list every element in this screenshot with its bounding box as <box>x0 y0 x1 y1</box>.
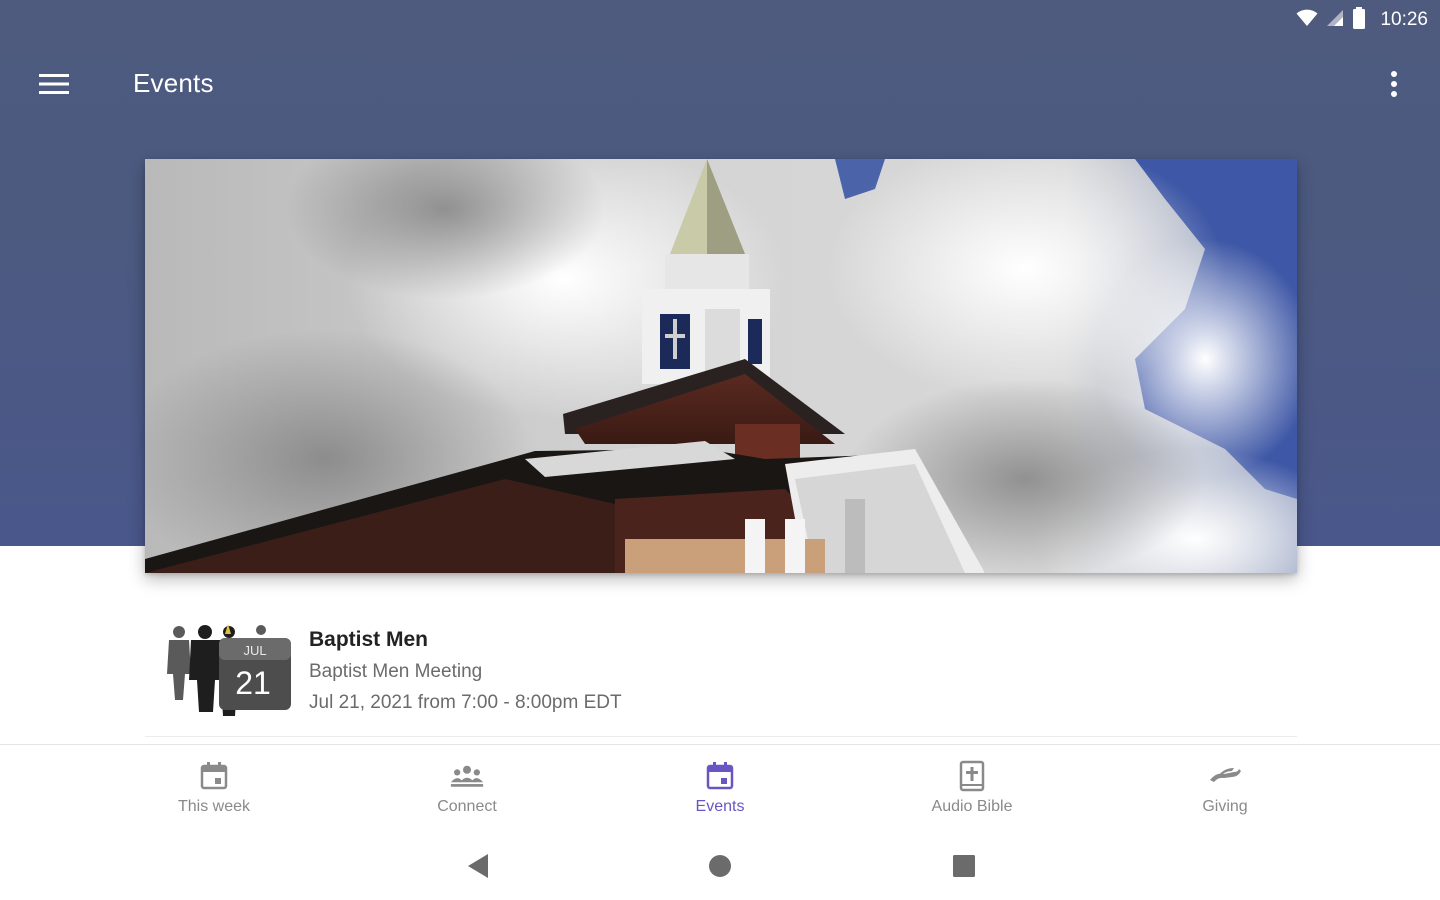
event-title: Baptist Men <box>309 628 429 651</box>
nav-label-audio-bible: Audio Bible <box>931 798 1013 815</box>
hamburger-menu-icon[interactable] <box>26 62 82 106</box>
church-steeple-photo <box>145 159 1297 573</box>
event-thumbnail: JUL 21 <box>153 624 293 724</box>
bible-icon <box>955 759 989 793</box>
nav-item-audio-bible[interactable]: Audio Bible <box>892 745 1052 833</box>
list-divider <box>145 736 1297 737</box>
app-screen: 10:26 Events JUL 21 Baptist Men Baptist … <box>0 0 1440 900</box>
home-icon[interactable] <box>700 846 740 886</box>
nav-label-this-week: This week <box>177 798 251 815</box>
more-vert-icon[interactable] <box>1374 62 1414 106</box>
calendar-badge-month: JUL <box>243 643 266 658</box>
recents-icon[interactable] <box>944 846 984 886</box>
status-time: 10:26 <box>1380 9 1428 30</box>
page-title: Events <box>133 68 214 98</box>
back-icon[interactable] <box>458 846 498 886</box>
event-datetime: Jul 21, 2021 from 7:00 - 8:00pm EDT <box>309 692 622 713</box>
system-navigation <box>0 832 1440 900</box>
wifi-icon <box>1296 9 1318 32</box>
hero-image <box>145 159 1297 573</box>
nav-label-events: Events <box>695 798 745 815</box>
nav-label-connect: Connect <box>437 798 497 815</box>
giving-hand-icon <box>1208 759 1242 793</box>
nav-item-connect[interactable]: Connect <box>387 745 547 833</box>
status-bar: 10:26 <box>1296 0 1440 40</box>
list-item[interactable]: JUL 21 Baptist Men Baptist Men Meeting J… <box>145 612 1297 732</box>
calendar-badge-day: 21 <box>235 665 271 701</box>
app-bar: Events <box>0 48 1440 124</box>
calendar-event-icon <box>703 759 737 793</box>
nav-item-events[interactable]: Events <box>640 745 800 833</box>
bottom-navigation: This week Connect Events Audio Bible Giv… <box>0 744 1440 833</box>
calendar-today-icon <box>197 759 231 793</box>
nav-item-giving[interactable]: Giving <box>1145 745 1305 833</box>
battery-icon <box>1352 6 1366 34</box>
nav-label-giving: Giving <box>1202 798 1248 815</box>
event-subtitle: Baptist Men Meeting <box>309 661 483 682</box>
groups-icon <box>450 759 484 793</box>
cellular-signal-icon <box>1326 9 1344 32</box>
nav-item-this-week[interactable]: This week <box>134 745 294 833</box>
